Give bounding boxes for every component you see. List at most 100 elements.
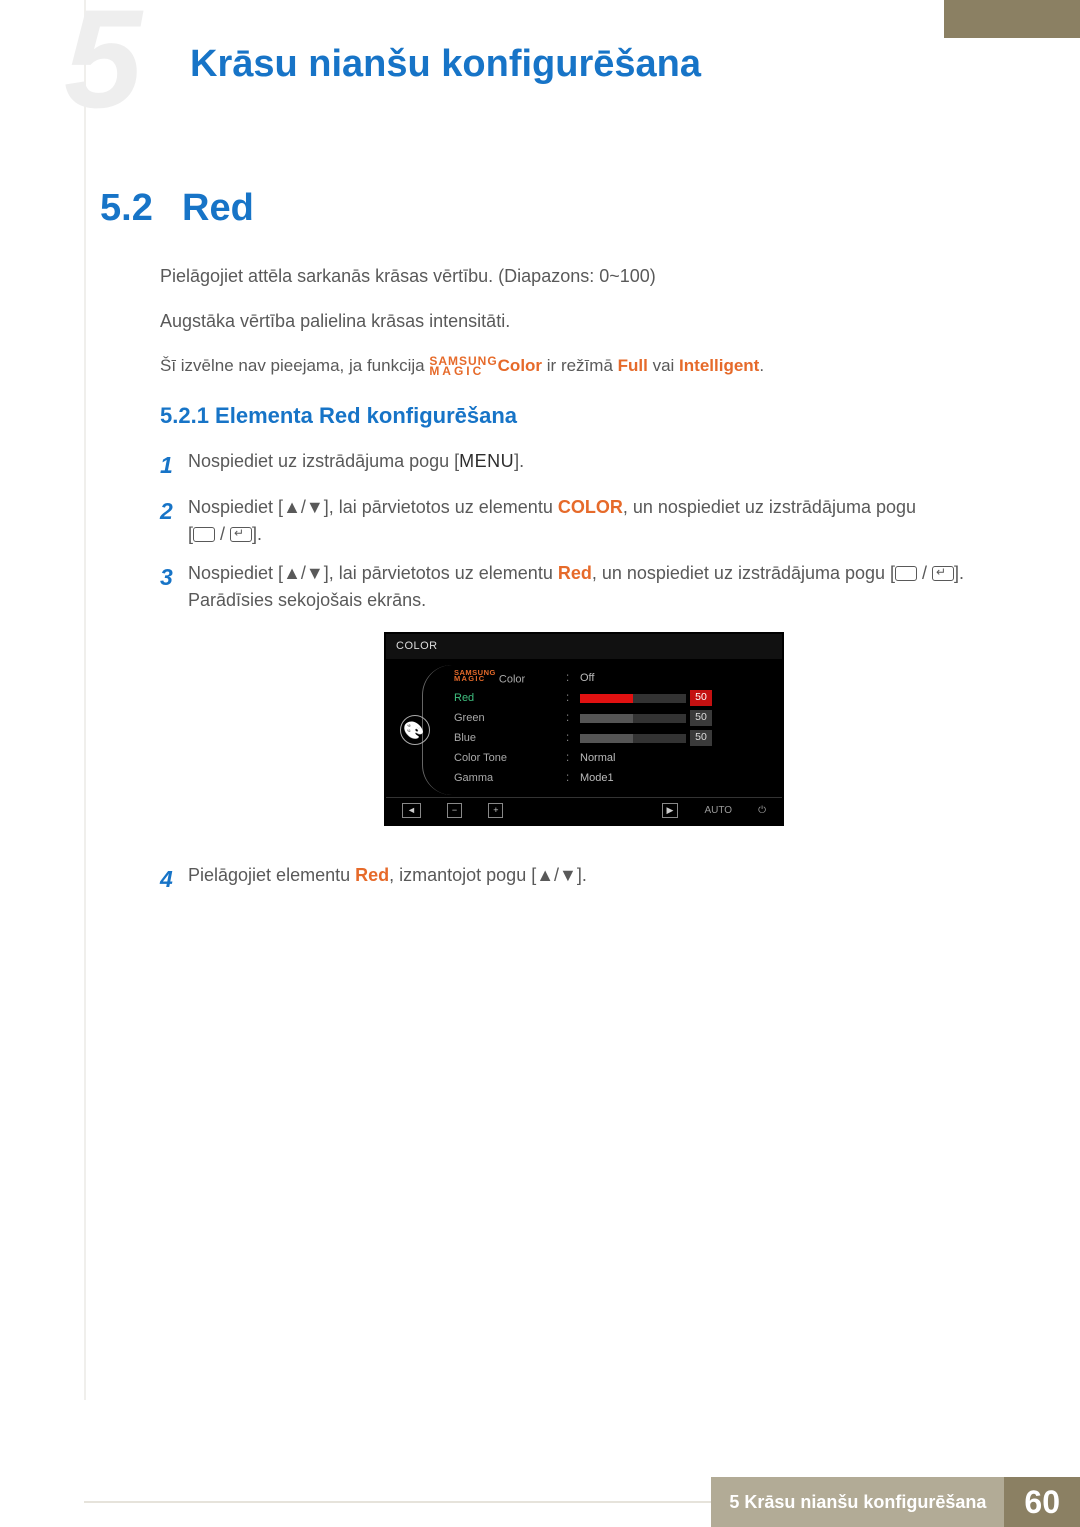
- osd-colon: :: [566, 730, 580, 747]
- osd-value-num: 50: [690, 690, 712, 706]
- osd-label: Green: [454, 710, 566, 727]
- osd-row-blue: Blue : 50: [454, 729, 768, 749]
- osd-slider: [580, 714, 686, 723]
- osd-label-selected: Red: [454, 690, 566, 707]
- step-4: 4 Pielāgojiet elementu Red, izmantojot p…: [160, 862, 980, 897]
- osd-row-red: Red : 50: [454, 689, 768, 709]
- step2-e: ].: [252, 524, 262, 544]
- step4-a: Pielāgojiet elementu: [188, 865, 355, 885]
- header-accent-bar: [944, 0, 1080, 38]
- osd-list: SAMSUNG MAGIC Color : Off Red :: [454, 669, 768, 789]
- osd-value: Mode1: [580, 770, 714, 787]
- osd-footer: ◄ − + ▶ AUTO ⏻: [386, 797, 782, 825]
- magic-l2: MAGIC: [454, 674, 486, 683]
- osd-label: Gamma: [454, 770, 566, 787]
- step3-b: ], lai pārvietotos uz elementu: [324, 563, 558, 583]
- osd-row-tone: Color Tone : Normal: [454, 749, 768, 769]
- step1-a: Nospiediet uz izstrādājuma pogu [: [188, 451, 459, 471]
- rect-button-icon: [193, 527, 215, 542]
- subsection-heading: 5.2.1 Elementa Red konfigurēšana: [160, 399, 980, 432]
- brand-line-2: MAGIC: [429, 364, 484, 378]
- note-line: Šī izvēlne nav pieejama, ja funkcija SAM…: [160, 353, 980, 379]
- step-2: 2 Nospiediet [▲/▼], lai pārvietotos uz e…: [160, 494, 980, 548]
- osd-play-key: ▶: [662, 803, 679, 819]
- footer-page-number: 60: [1004, 1477, 1080, 1527]
- step2-b: ], lai pārvietotos uz elementu: [324, 497, 558, 517]
- arrow-keys-icon: ▲/▼: [283, 497, 324, 517]
- left-gutter-line: [84, 0, 86, 1400]
- step2-c: , un nospiediet uz izstrādājuma pogu: [623, 497, 916, 517]
- osd-label: Blue: [454, 730, 566, 747]
- footer-chapter-caption: 5 Krāsu nianšu konfigurēšana: [711, 1477, 1004, 1527]
- osd-value-num: 50: [690, 710, 712, 726]
- step2-a: Nospiediet [: [188, 497, 283, 517]
- red-keyword: Red: [355, 865, 389, 885]
- chapter-number-bg: 5: [64, 0, 142, 164]
- step-number: 1: [160, 448, 188, 483]
- section-title: Red: [182, 180, 254, 237]
- page-footer: 5 Krāsu nianšu konfigurēšana 60: [84, 1477, 1080, 1527]
- step-body: Nospiediet uz izstrādājuma pogu [MENU].: [188, 448, 980, 483]
- osd-value-num: 50: [690, 730, 712, 746]
- step3-a: Nospiediet [: [188, 563, 283, 583]
- osd-value: Off: [580, 670, 714, 687]
- step1-b: ].: [514, 451, 524, 471]
- osd-label: Color Tone: [454, 750, 566, 767]
- step-body: Nospiediet [▲/▼], lai pārvietotos uz ele…: [188, 560, 980, 850]
- osd-colon: :: [566, 770, 580, 787]
- slider-fill: [580, 734, 633, 743]
- osd-auto-label: AUTO: [704, 803, 732, 818]
- arrow-keys-icon: ▲/▼: [283, 563, 324, 583]
- osd-value: 50: [580, 710, 714, 727]
- osd-power-icon: ⏻: [758, 803, 766, 818]
- color-keyword: COLOR: [558, 497, 623, 517]
- osd-body: SAMSUNG MAGIC Color : Off Red :: [386, 659, 782, 797]
- osd-slider: [580, 734, 686, 743]
- osd-label: SAMSUNG MAGIC Color: [454, 670, 566, 688]
- samsung-magic-logo: SAMSUNG MAGIC: [429, 357, 497, 376]
- step-body: Pielāgojiet elementu Red, izmantojot pog…: [188, 862, 980, 897]
- note-or: vai: [653, 356, 679, 375]
- step3-d: ].: [954, 563, 964, 583]
- enter-button-icon: [230, 527, 252, 542]
- rect-button-icon: [895, 566, 917, 581]
- slider-fill: [580, 714, 633, 723]
- osd-colon: :: [566, 670, 580, 687]
- samsung-magic-small: SAMSUNG MAGIC: [454, 670, 496, 683]
- note-full: Full: [618, 356, 648, 375]
- step-3: 3 Nospiediet [▲/▼], lai pārvietotos uz e…: [160, 560, 980, 850]
- step-body: Nospiediet [▲/▼], lai pārvietotos uz ele…: [188, 494, 980, 548]
- osd-row-gamma: Gamma : Mode1: [454, 769, 768, 789]
- red-keyword: Red: [558, 563, 592, 583]
- step3-tail: Parādīsies sekojošais ekrāns.: [188, 590, 426, 610]
- osd-value: Normal: [580, 750, 714, 767]
- menu-key-label: MENU: [459, 451, 514, 471]
- step-1: 1 Nospiediet uz izstrādājuma pogu [MENU]…: [160, 448, 980, 483]
- brand-color-word: Color: [498, 356, 542, 375]
- section-number: 5.2: [100, 180, 153, 237]
- slider-fill: [580, 694, 633, 703]
- paragraph-2: Augstāka vērtība palielina krāsas intens…: [160, 308, 980, 335]
- osd-slider-red: [580, 694, 686, 703]
- osd-back-key: ◄: [402, 803, 421, 819]
- osd-colon: :: [566, 690, 580, 707]
- note-text-pre: Šī izvēlne nav pieejama, ja funkcija: [160, 356, 429, 375]
- osd-row-green: Green : 50: [454, 709, 768, 729]
- note-text-mid: ir režīmā: [547, 356, 618, 375]
- chapter-title: Krāsu nianšu konfigurēšana: [190, 36, 701, 93]
- step-number: 4: [160, 862, 188, 897]
- palette-icon: [400, 715, 430, 745]
- paragraph-1: Pielāgojiet attēla sarkanās krāsas vērtī…: [160, 263, 980, 290]
- osd-value: 50: [580, 690, 714, 707]
- arrow-keys-icon: ▲/▼: [536, 865, 577, 885]
- enter-button-icon: [932, 566, 954, 581]
- footer-rule: [84, 1501, 711, 1527]
- step-number: 3: [160, 560, 188, 850]
- step-number: 2: [160, 494, 188, 548]
- osd-plus-key: +: [488, 803, 503, 819]
- note-intelligent: Intelligent: [679, 356, 759, 375]
- osd-minus-key: −: [447, 803, 462, 819]
- step4-b: , izmantojot pogu [: [389, 865, 536, 885]
- content-block: Pielāgojiet attēla sarkanās krāsas vērtī…: [160, 253, 980, 909]
- osd-value: 50: [580, 730, 714, 747]
